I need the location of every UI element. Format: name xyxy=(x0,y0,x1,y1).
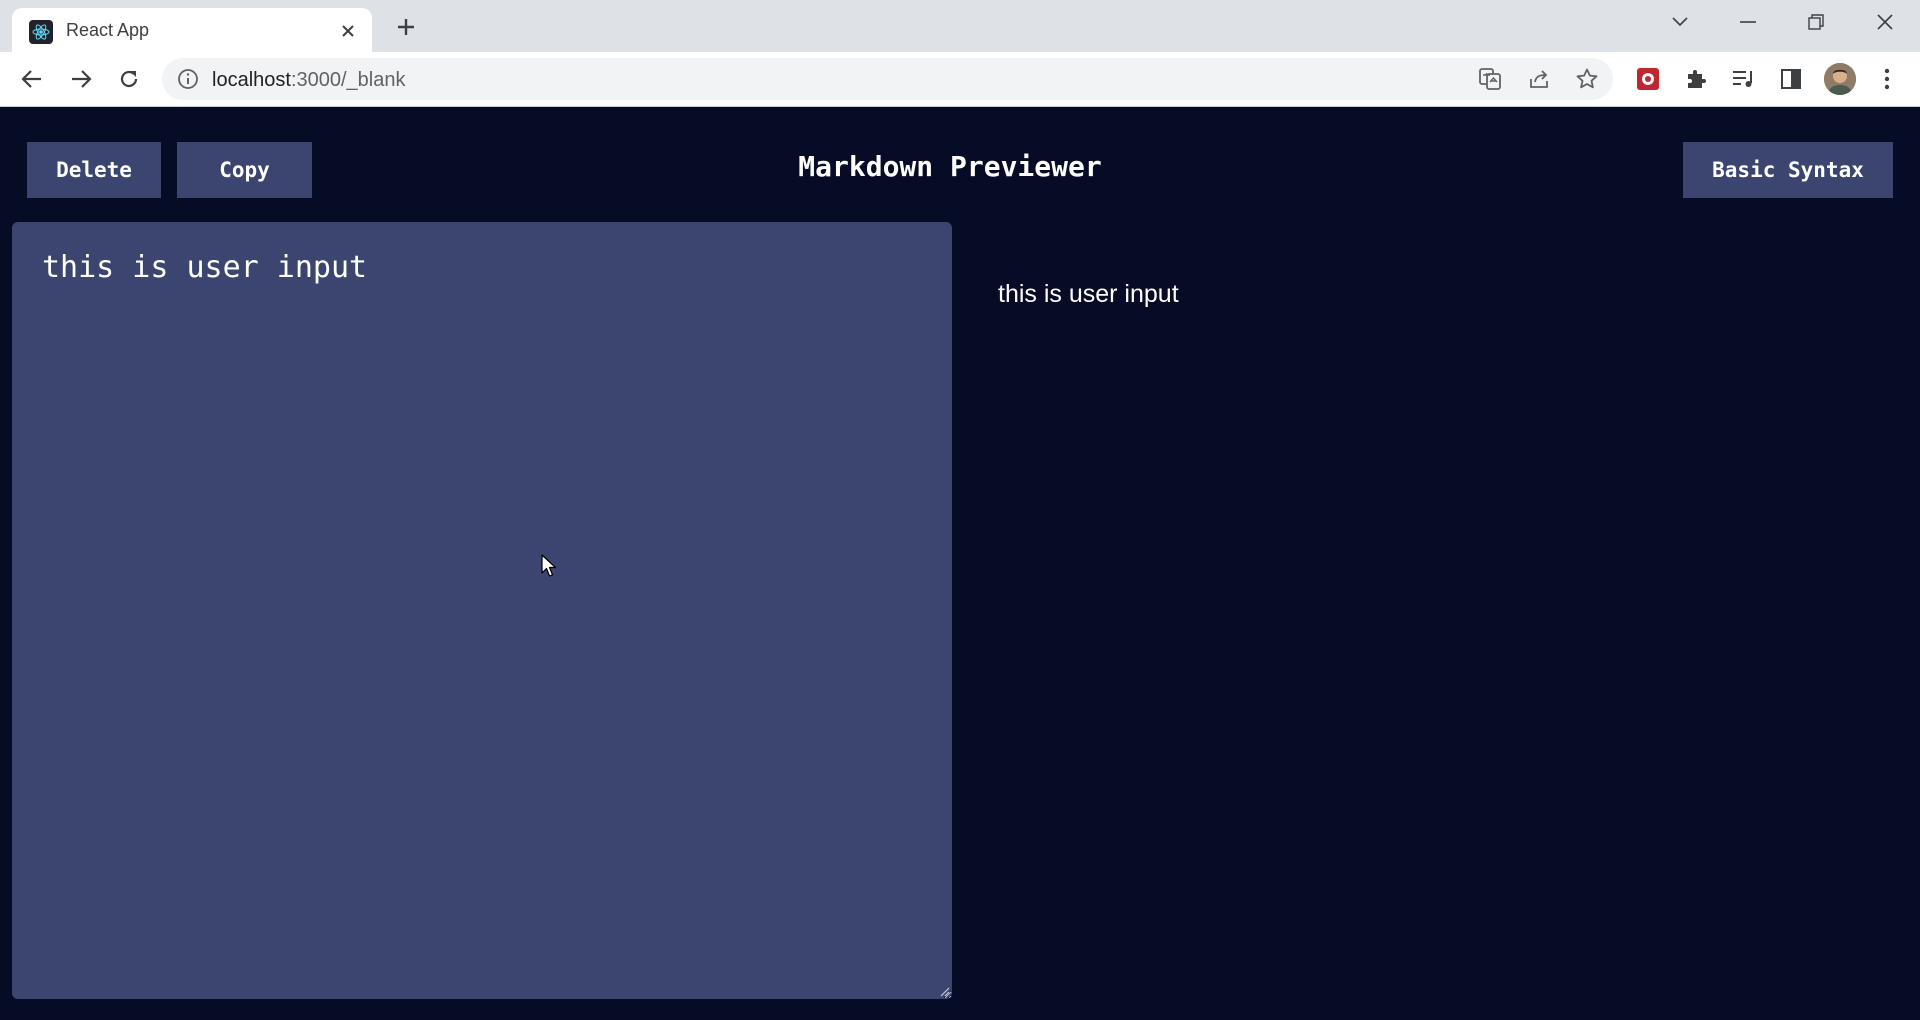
browser-tab[interactable]: React App xyxy=(12,8,372,52)
markdown-editor[interactable]: this is user input xyxy=(12,222,952,999)
media-control-icon[interactable] xyxy=(1731,66,1757,92)
resize-grip-icon[interactable] xyxy=(938,984,950,997)
share-icon[interactable] xyxy=(1527,67,1551,91)
back-arrow-icon[interactable] xyxy=(15,62,49,96)
extension-red-icon[interactable] xyxy=(1635,66,1661,92)
plus-icon[interactable] xyxy=(390,11,422,43)
kebab-menu-icon[interactable] xyxy=(1874,66,1900,92)
restore-icon[interactable] xyxy=(1788,4,1844,40)
markdown-preview: this is user input xyxy=(998,280,1179,308)
reload-icon[interactable] xyxy=(112,62,146,96)
url-path: :3000/_blank xyxy=(290,69,406,91)
copy-button[interactable]: Copy xyxy=(177,142,312,198)
forward-arrow-icon[interactable] xyxy=(64,62,98,96)
puzzle-icon[interactable] xyxy=(1683,66,1709,92)
minimize-icon[interactable] xyxy=(1720,4,1776,40)
url-text: localhost:3000/_blank xyxy=(212,69,405,92)
browser-toolbar: localhost:3000/_blank xyxy=(0,52,1920,107)
address-bar[interactable]: localhost:3000/_blank xyxy=(162,58,1613,100)
page-title: Markdown Previewer xyxy=(798,150,1102,183)
mouse-cursor-icon xyxy=(541,554,557,578)
side-panel-icon[interactable] xyxy=(1778,66,1804,92)
window-close-icon[interactable] xyxy=(1857,4,1913,40)
markdown-previewer-app: Delete Copy Markdown Previewer Basic Syn… xyxy=(0,107,1920,1020)
info-icon[interactable] xyxy=(177,68,199,90)
profile-avatar[interactable] xyxy=(1824,63,1856,95)
translate-icon[interactable] xyxy=(1478,67,1502,91)
browser-tabstrip: React App xyxy=(0,0,1920,52)
react-favicon-icon xyxy=(29,20,53,44)
star-icon[interactable] xyxy=(1575,67,1599,91)
chevron-down-icon[interactable] xyxy=(1652,4,1708,40)
tab-title: React App xyxy=(66,20,150,40)
delete-button[interactable]: Delete xyxy=(27,142,161,198)
basic-syntax-button[interactable]: Basic Syntax xyxy=(1683,142,1893,198)
close-icon[interactable] xyxy=(334,17,362,45)
url-host: localhost xyxy=(212,69,291,91)
